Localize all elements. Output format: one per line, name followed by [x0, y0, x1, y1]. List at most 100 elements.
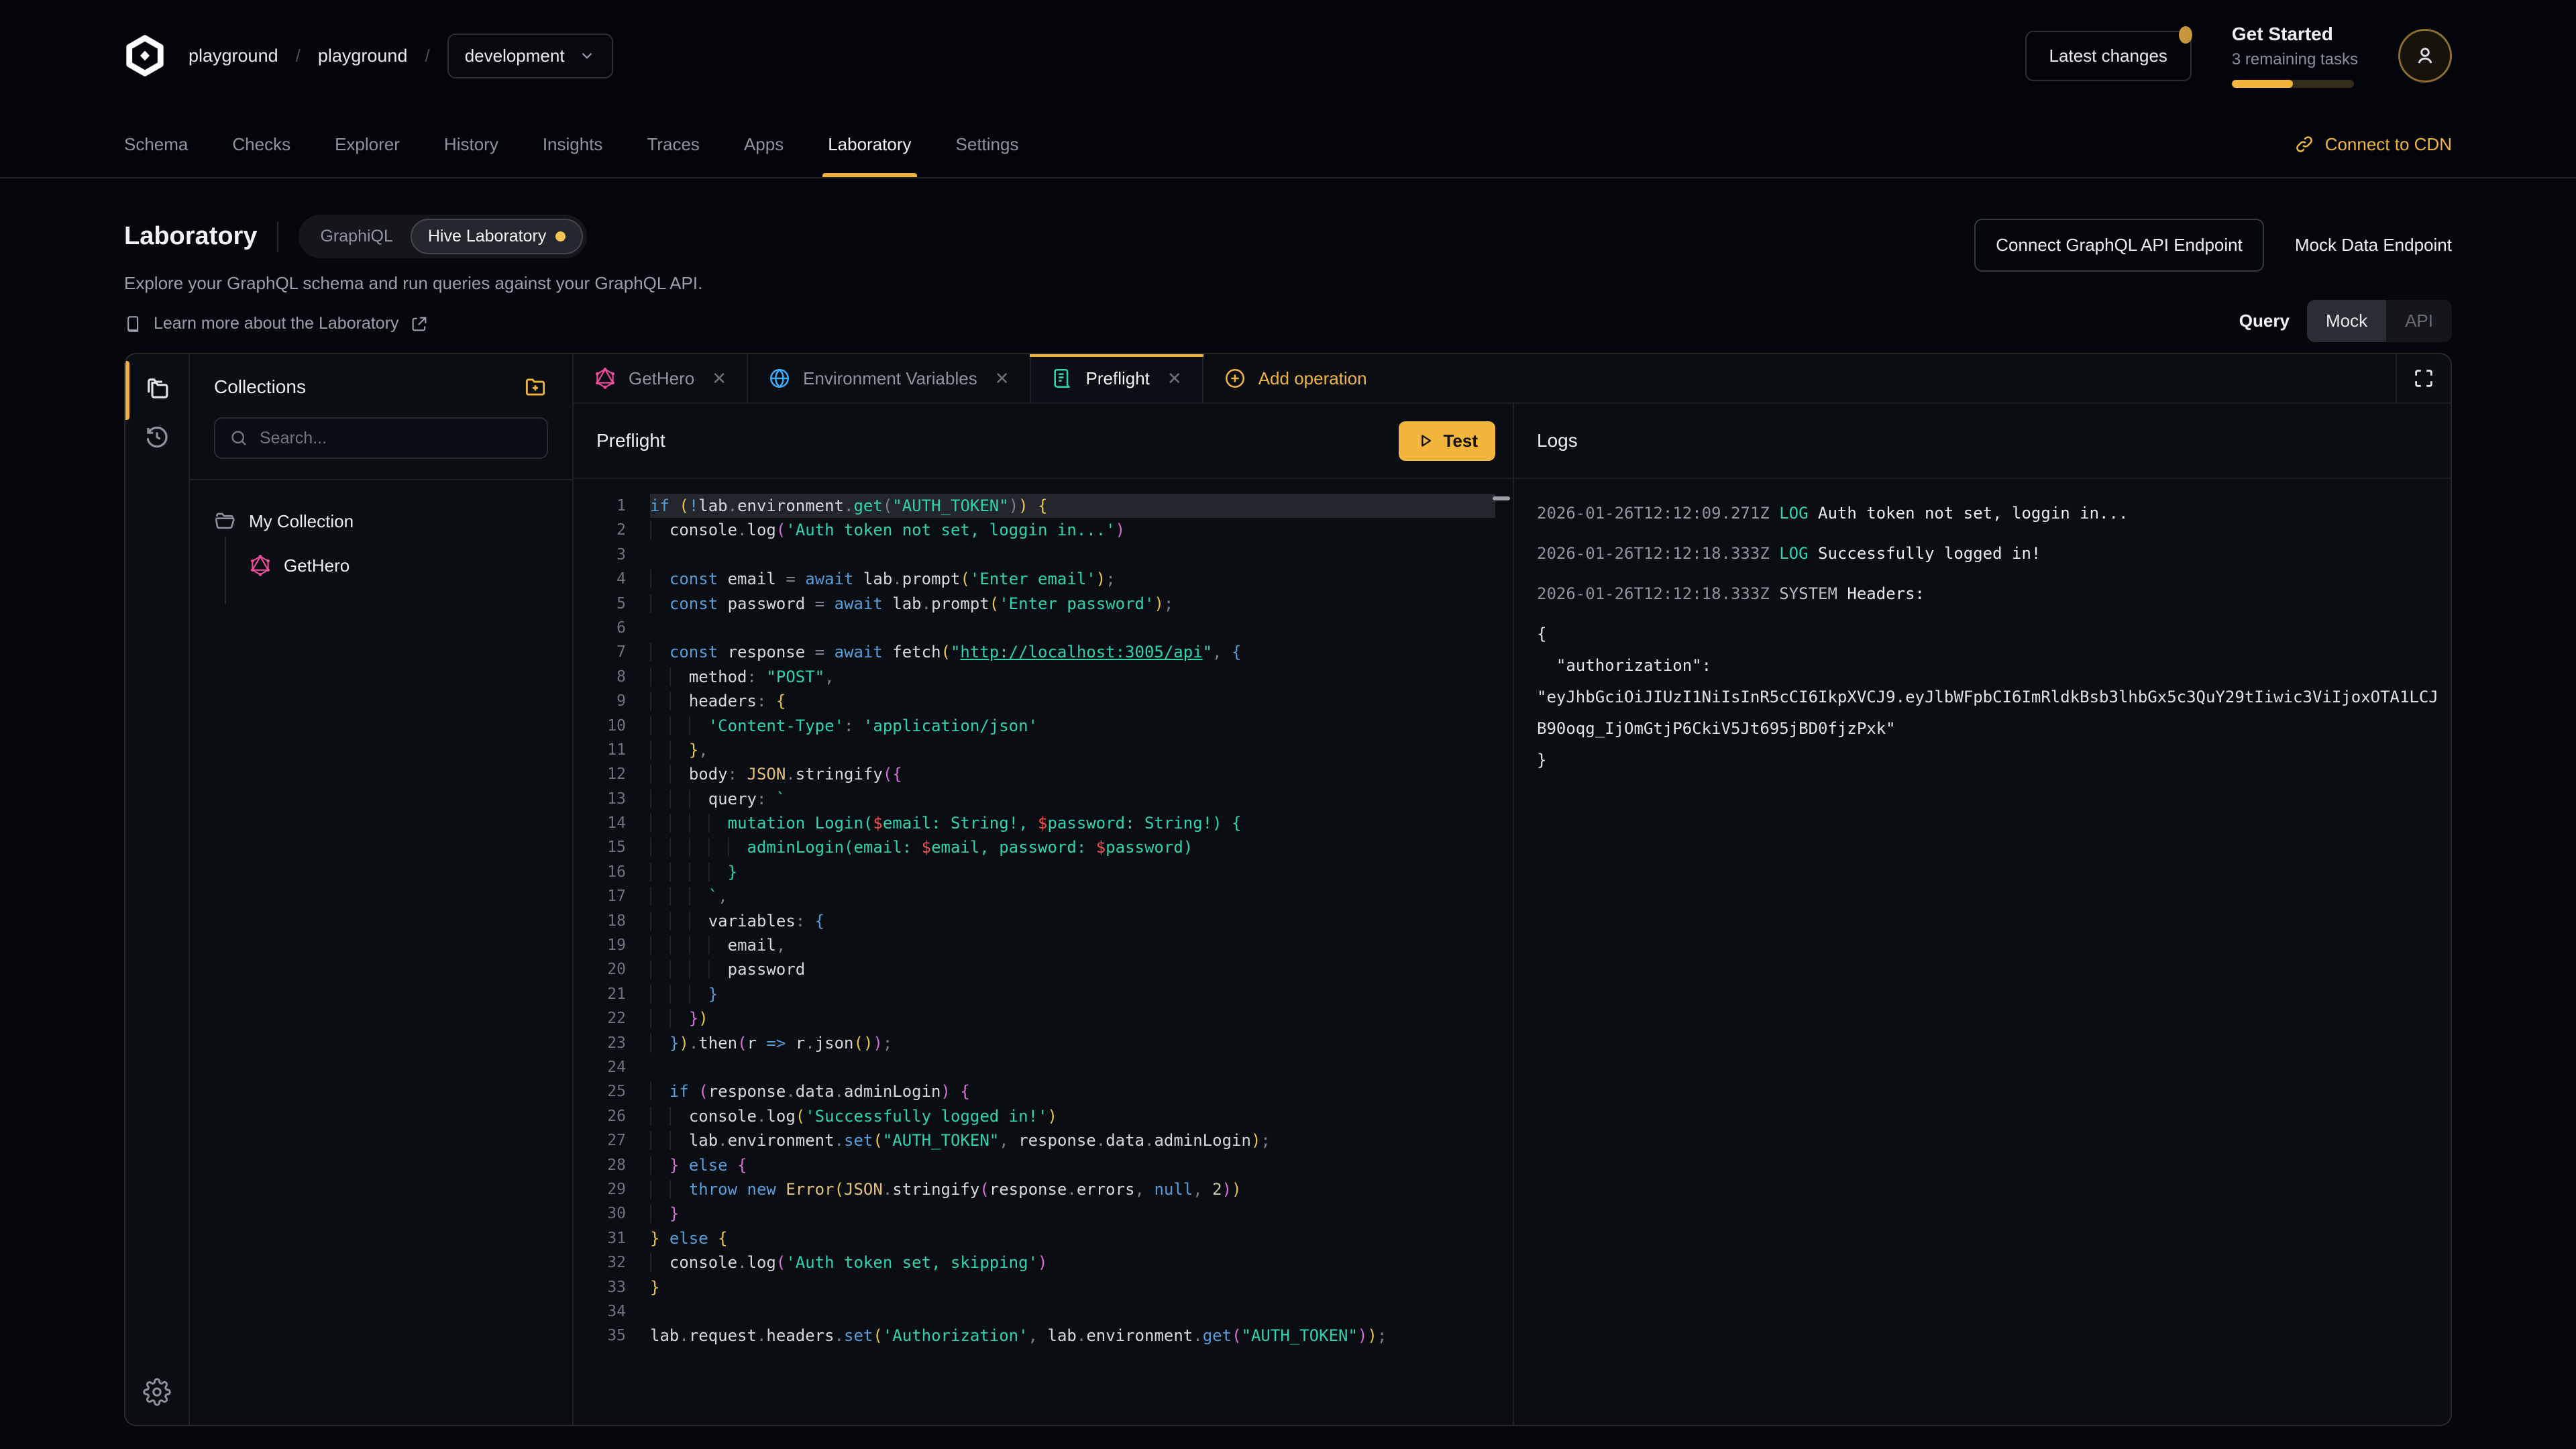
code-editor[interactable]: 1if (!lab.environment.get("AUTH_TOKEN"))… [574, 479, 1513, 1425]
breadcrumb-org[interactable]: playground [189, 46, 278, 66]
nav-tab-insights[interactable]: Insights [543, 111, 603, 177]
code-line[interactable]: 11 }, [574, 738, 1513, 762]
learn-more-link[interactable]: Learn more about the Laboratory [124, 314, 702, 333]
code-line[interactable]: 1if (!lab.environment.get("AUTH_TOKEN"))… [574, 494, 1513, 518]
code-line[interactable]: 31} else { [574, 1226, 1513, 1250]
logs-output: 2026-01-26T12:12:09.271Z LOG Auth token … [1514, 479, 2451, 1425]
tab-gethero[interactable]: GetHero✕ [574, 354, 748, 402]
target-selector[interactable]: development [447, 34, 613, 78]
history-rail-icon[interactable] [143, 423, 171, 451]
code-line[interactable]: 35lab.request.headers.set('Authorization… [574, 1324, 1513, 1348]
preflight-editor-pane: Preflight Test 1if (!lab.environment.get… [574, 404, 1514, 1425]
code-line[interactable]: 17 `, [574, 884, 1513, 908]
fullscreen-icon [2412, 367, 2435, 390]
breadcrumb-project[interactable]: playground [318, 46, 408, 66]
code-line[interactable]: 10 'Content-Type': 'application/json' [574, 714, 1513, 738]
log-entry: 2026-01-26T12:12:18.333Z SYSTEM Headers: [1537, 578, 2451, 610]
code-line[interactable]: 30 } [574, 1201, 1513, 1226]
settings-gear-icon[interactable] [143, 1378, 171, 1406]
line-number: 24 [574, 1055, 626, 1079]
nav-tab-checks[interactable]: Checks [232, 111, 290, 177]
tab-preflight[interactable]: Preflight✕ [1031, 354, 1203, 402]
code-line[interactable]: 12 body: JSON.stringify({ [574, 762, 1513, 786]
code-line-content [650, 616, 1495, 640]
code-line[interactable]: 27 lab.environment.set("AUTH_TOKEN", res… [574, 1128, 1513, 1152]
user-avatar[interactable] [2398, 29, 2452, 83]
collection-folder-my-collection[interactable]: My Collection [214, 510, 548, 533]
get-started-widget[interactable]: Get Started 3 remaining tasks [2232, 23, 2358, 88]
nav-tab-traces[interactable]: Traces [647, 111, 700, 177]
primary-nav: Schema Checks Explorer History Insights Trace… [124, 111, 1018, 177]
plus-circle-icon [1224, 367, 1246, 390]
connect-graphql-api-endpoint-button[interactable]: Connect GraphQL API Endpoint [1974, 219, 2264, 272]
nav-tab-settings[interactable]: Settings [956, 111, 1019, 177]
search-input[interactable] [260, 429, 533, 448]
code-line[interactable]: 21 } [574, 982, 1513, 1006]
code-line[interactable]: 18 variables: { [574, 909, 1513, 933]
code-line[interactable]: 25 if (response.data.adminLogin) { [574, 1079, 1513, 1104]
code-line[interactable]: 22 }) [574, 1006, 1513, 1030]
preflight-pane-title: Preflight [596, 430, 665, 451]
code-line[interactable]: 4 const email = await lab.prompt('Enter … [574, 567, 1513, 591]
code-line[interactable]: 23 }).then(r => r.json()); [574, 1031, 1513, 1055]
line-number: 20 [574, 957, 626, 981]
close-tab-icon[interactable]: ✕ [1167, 368, 1182, 389]
code-line[interactable]: 32 console.log('Auth token set, skipping… [574, 1250, 1513, 1275]
close-tab-icon[interactable]: ✕ [995, 368, 1010, 389]
nav-tab-history[interactable]: History [444, 111, 498, 177]
query-mode-mock[interactable]: Mock [2307, 300, 2386, 342]
code-line[interactable]: 20 password [574, 957, 1513, 981]
code-line[interactable]: 29 throw new Error(JSON.stringify(respon… [574, 1177, 1513, 1201]
globe-icon [768, 367, 791, 390]
line-number: 1 [574, 494, 626, 518]
code-line-content: } else { [650, 1226, 1495, 1250]
code-line[interactable]: 2 console.log('Auth token not set, loggi… [574, 518, 1513, 542]
code-line[interactable]: 6 [574, 616, 1513, 640]
nav-tab-laboratory[interactable]: Laboratory [828, 111, 911, 177]
code-line-content: password [650, 957, 1495, 981]
test-button[interactable]: Test [1399, 421, 1495, 461]
link-icon [2294, 134, 2314, 154]
collections-search[interactable] [214, 417, 548, 459]
tab-environment-variables[interactable]: Environment Variables✕ [748, 354, 1030, 402]
code-line[interactable]: 8 method: "POST", [574, 665, 1513, 689]
code-line[interactable]: 15 adminLogin(email: $email, password: $… [574, 835, 1513, 859]
code-line[interactable]: 3 [574, 543, 1513, 567]
log-level: SYSTEM [1779, 584, 1847, 603]
query-mode-api[interactable]: API [2386, 300, 2452, 342]
external-link-icon [410, 315, 429, 333]
collections-rail-icon[interactable] [143, 374, 171, 402]
editor-scrollbar-thumb[interactable] [1493, 496, 1510, 500]
log-detail-line: } [1537, 745, 2451, 776]
mode-option-graphiql[interactable]: GraphiQL [303, 219, 410, 254]
close-tab-icon[interactable]: ✕ [712, 368, 727, 389]
mock-data-endpoint-button[interactable]: Mock Data Endpoint [2295, 235, 2452, 256]
code-line[interactable]: 24 [574, 1055, 1513, 1079]
nav-tab-apps[interactable]: Apps [744, 111, 784, 177]
code-line[interactable]: 13 query: ` [574, 787, 1513, 811]
code-line[interactable]: 34 [574, 1299, 1513, 1324]
code-line[interactable]: 33} [574, 1275, 1513, 1299]
nav-tab-schema[interactable]: Schema [124, 111, 188, 177]
code-line[interactable]: 19 email, [574, 933, 1513, 957]
latest-changes-button[interactable]: Latest changes [2025, 31, 2192, 81]
add-operation-button[interactable]: Add operation [1203, 354, 1387, 402]
graphql-icon [594, 367, 616, 390]
fullscreen-button[interactable] [2396, 354, 2451, 402]
code-line[interactable]: 26 console.log('Successfully logged in!'… [574, 1104, 1513, 1128]
connect-to-cdn-link[interactable]: Connect to CDN [2294, 111, 2452, 177]
person-icon [2412, 42, 2438, 69]
code-line[interactable]: 9 headers: { [574, 689, 1513, 713]
add-collection-folder-icon[interactable] [523, 374, 548, 400]
mode-option-hive-laboratory[interactable]: Hive Laboratory [411, 219, 583, 254]
code-line[interactable]: 16 } [574, 860, 1513, 884]
log-message: Headers: [1847, 584, 1925, 603]
collection-item-gethero[interactable]: GetHero [249, 537, 548, 577]
code-line[interactable]: 5 const password = await lab.prompt('Ent… [574, 592, 1513, 616]
code-line[interactable]: 7 const response = await fetch("http://l… [574, 640, 1513, 664]
nav-tab-explorer[interactable]: Explorer [335, 111, 400, 177]
code-line-content: lab.environment.set("AUTH_TOKEN", respon… [650, 1128, 1495, 1152]
line-number: 3 [574, 543, 626, 567]
code-line[interactable]: 28 } else { [574, 1153, 1513, 1177]
code-line[interactable]: 14 mutation Login($email: String!, $pass… [574, 811, 1513, 835]
